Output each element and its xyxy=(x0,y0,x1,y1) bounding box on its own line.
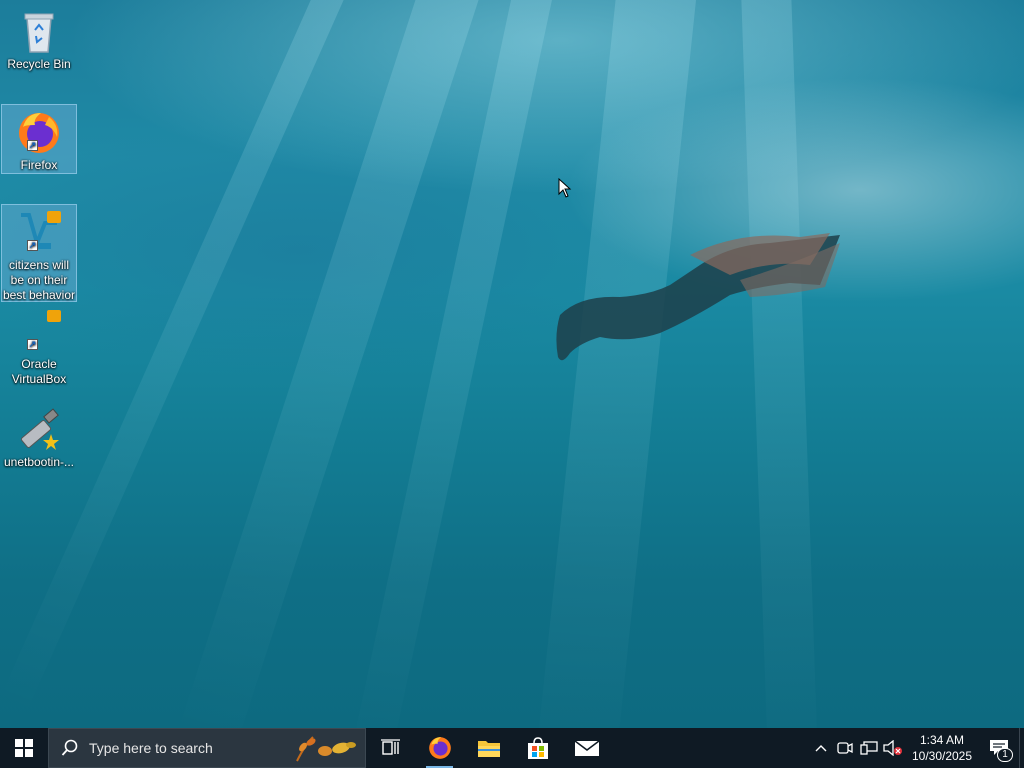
recycle-bin-icon xyxy=(15,8,63,56)
desktop[interactable]: Recycle Bin ↗ Firefox ↗ citizens will be… xyxy=(0,0,1024,728)
search-placeholder: Type here to search xyxy=(89,740,213,756)
windows-logo-icon xyxy=(15,739,33,757)
wallpaper-diver xyxy=(556,233,840,361)
clock-date: 10/30/2025 xyxy=(911,749,973,763)
volume-button[interactable] xyxy=(881,728,905,768)
desktop-icon-citizens[interactable]: ↗ citizens will be on their best behavio… xyxy=(1,204,77,302)
network-button[interactable] xyxy=(857,728,881,768)
chevron-up-icon xyxy=(815,745,827,752)
meet-now-button[interactable] xyxy=(833,728,857,768)
desktop-icon-oracle-virtualbox[interactable]: ↗ Oracle VirtualBox xyxy=(1,304,77,388)
task-view-icon xyxy=(380,739,400,755)
camera-icon xyxy=(837,742,853,754)
search-box[interactable]: Type here to search xyxy=(48,728,366,768)
clock-time: 1:34 AM xyxy=(919,733,965,747)
shortcut-arrow-icon: ↗ xyxy=(27,240,38,251)
notification-center-button[interactable]: 1 xyxy=(979,728,1019,768)
show-desktop-button[interactable] xyxy=(1019,728,1024,768)
taskbar: Type here to search 1:34 AM 10/30/2025 1 xyxy=(0,728,1024,768)
start-button[interactable] xyxy=(0,728,48,768)
desktop-icon-recycle-bin[interactable]: Recycle Bin xyxy=(1,4,77,76)
firefox-icon: ↗ xyxy=(15,109,63,157)
desktop-icon-label: Firefox xyxy=(20,158,58,172)
search-icon xyxy=(61,739,78,756)
taskbar-app-microsoft-store[interactable] xyxy=(513,728,562,768)
mail-icon xyxy=(574,740,599,756)
clock[interactable]: 1:34 AM 10/30/2025 xyxy=(905,732,979,764)
desktop-icon-firefox[interactable]: ↗ Firefox xyxy=(1,104,77,174)
desktop-icon-unetbootin[interactable]: unetbootin-... xyxy=(1,402,77,472)
mouse-cursor-icon xyxy=(558,178,572,198)
speaker-muted-icon xyxy=(883,740,902,756)
shortcut-arrow-icon: ↗ xyxy=(27,140,38,151)
desktop-icon-label: unetbootin-... xyxy=(3,455,75,469)
taskbar-app-firefox[interactable] xyxy=(415,728,464,768)
network-icon xyxy=(860,741,878,755)
desktop-icon-label: Oracle VirtualBox xyxy=(11,357,67,386)
task-view-button[interactable] xyxy=(366,728,415,768)
notification-count-badge: 1 xyxy=(997,748,1013,762)
desktop-icon-label: Recycle Bin xyxy=(7,57,71,71)
store-icon xyxy=(527,737,548,759)
show-hidden-icons-button[interactable] xyxy=(809,728,833,768)
folder-icon xyxy=(477,741,500,757)
firefox-icon xyxy=(428,737,451,759)
desktop-icon-label: citizens will be on their best behavior xyxy=(2,258,76,302)
virtualbox-icon: ↗ xyxy=(15,209,63,257)
virtualbox-icon: ↗ xyxy=(15,308,63,356)
taskbar-app-file-explorer[interactable] xyxy=(464,728,513,768)
system-tray: 1:34 AM 10/30/2025 1 xyxy=(809,728,1024,768)
shortcut-arrow-icon: ↗ xyxy=(27,339,38,350)
search-highlight-leaves-icon xyxy=(296,736,356,762)
taskbar-app-mail[interactable] xyxy=(562,728,611,768)
unetbootin-icon xyxy=(15,406,63,454)
